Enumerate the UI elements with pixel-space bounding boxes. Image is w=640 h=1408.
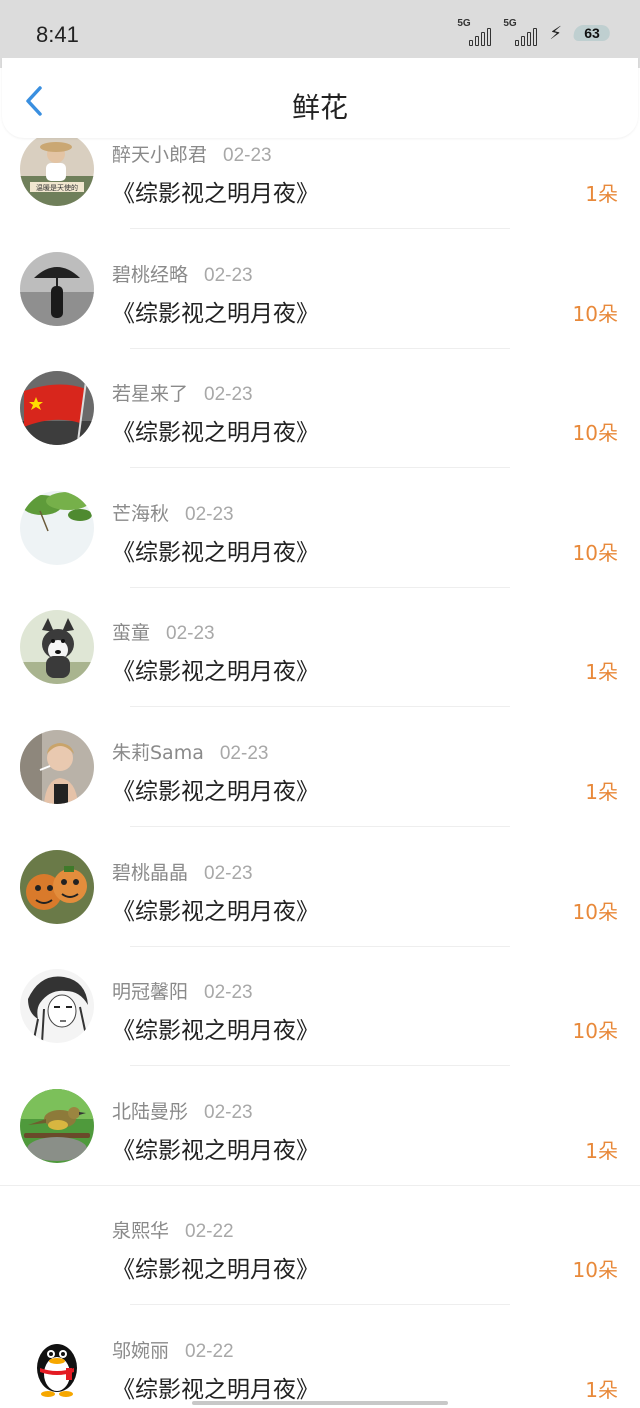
gift-date: 02-23 bbox=[204, 264, 253, 286]
gift-meta: 明冠馨阳 02-23 bbox=[112, 977, 253, 1004]
avatar[interactable] bbox=[20, 490, 94, 565]
signal-icon: 5G bbox=[457, 18, 493, 48]
header: 鲜花 bbox=[2, 58, 638, 138]
home-indicator[interactable] bbox=[192, 1401, 448, 1405]
book-title[interactable]: 《综影视之明月夜》 bbox=[112, 294, 319, 328]
username[interactable]: 芒海秋 bbox=[112, 503, 169, 525]
flower-quantity: 1朵 bbox=[585, 1377, 618, 1402]
avatar[interactable] bbox=[20, 1088, 94, 1163]
gift-row[interactable]: 北陆曼彤 02-23 《综影视之明月夜》 1朵 bbox=[0, 1049, 640, 1186]
avatar[interactable] bbox=[20, 610, 94, 685]
gift-row[interactable]: 邬婉丽 02-22 《综影视之明月夜》 1朵 bbox=[0, 1288, 640, 1408]
gift-row[interactable]: 若星来了 02-23 《综影视之明月夜》 10朵 bbox=[0, 331, 640, 469]
book-title[interactable]: 《综影视之明月夜》 bbox=[112, 772, 319, 806]
flower-quantity: 10朵 bbox=[572, 301, 618, 326]
gift-date: 02-23 bbox=[204, 384, 253, 406]
avatar[interactable] bbox=[20, 251, 94, 326]
gift-meta: 芒海秋 02-23 bbox=[112, 499, 234, 526]
gift-date: 02-23 bbox=[185, 503, 234, 525]
gift-date: 02-22 bbox=[185, 1221, 234, 1243]
username[interactable]: 朱莉Sama bbox=[112, 742, 204, 764]
avatar[interactable] bbox=[20, 371, 94, 446]
gift-row[interactable]: 明冠馨阳 02-23 《综影视之明月夜》 10朵 bbox=[0, 929, 640, 1067]
gift-row[interactable]: 蛮童 02-23 《综影视之明月夜》 1朵 bbox=[0, 570, 640, 708]
gift-row[interactable]: 朱莉Sama 02-23 《综影视之明月夜》 1朵 bbox=[0, 690, 640, 827]
username[interactable]: 明冠馨阳 bbox=[112, 981, 188, 1003]
book-title[interactable]: 《综影视之明月夜》 bbox=[112, 413, 319, 447]
gift-row[interactable]: 碧桃经略 02-23 《综影视之明月夜》 10朵 bbox=[0, 212, 640, 349]
gift-row[interactable]: 碧桃晶晶 02-23 《综影视之明月夜》 10朵 bbox=[0, 810, 640, 947]
book-title[interactable]: 《综影视之明月夜》 bbox=[112, 1250, 319, 1284]
avatar[interactable]: 温暖是天使的 bbox=[20, 132, 94, 206]
username[interactable]: 北陆曼彤 bbox=[112, 1101, 188, 1123]
avatar[interactable] bbox=[20, 729, 94, 804]
username[interactable]: 若星来了 bbox=[112, 383, 188, 405]
flower-quantity: 1朵 bbox=[585, 182, 618, 206]
gift-list: 温暖是天使的 醉天小郎君 02-23 《综影视之明月夜》 1朵 碧桃经略 02-23 《综影视… bbox=[0, 92, 640, 1408]
flower-quantity: 10朵 bbox=[572, 1019, 618, 1044]
avatar[interactable] bbox=[20, 849, 94, 924]
avatar[interactable] bbox=[20, 969, 94, 1044]
flower-quantity: 10朵 bbox=[572, 899, 618, 924]
gift-meta: 蛮童 02-23 bbox=[112, 618, 215, 645]
battery-icon: 63 bbox=[572, 21, 612, 45]
username[interactable]: 邬婉丽 bbox=[112, 1340, 169, 1362]
avatar[interactable] bbox=[20, 1327, 94, 1402]
flower-quantity: 10朵 bbox=[572, 1258, 618, 1283]
gift-date: 02-23 bbox=[204, 862, 253, 884]
gift-date: 02-23 bbox=[223, 145, 272, 166]
gift-meta: 北陆曼彤 02-23 bbox=[112, 1097, 253, 1124]
gift-meta: 碧桃晶晶 02-23 bbox=[112, 858, 253, 885]
book-title[interactable]: 《综影视之明月夜》 bbox=[112, 1131, 319, 1165]
gift-meta: 泉熙华 02-22 bbox=[112, 1216, 234, 1243]
username[interactable]: 碧桃晶晶 bbox=[112, 862, 188, 884]
status-icons: 5G 5G ⚡ 63 bbox=[457, 18, 612, 48]
flower-quantity: 1朵 bbox=[585, 660, 618, 685]
flower-quantity: 1朵 bbox=[585, 779, 618, 804]
signal-icon: 5G bbox=[503, 18, 539, 48]
book-title[interactable]: 《综影视之明月夜》 bbox=[112, 892, 319, 926]
username[interactable]: 泉熙华 bbox=[112, 1220, 169, 1242]
battery-level: 63 bbox=[584, 25, 600, 41]
book-title[interactable]: 《综影视之明月夜》 bbox=[112, 533, 319, 567]
gift-meta: 邬婉丽 02-22 bbox=[112, 1336, 234, 1363]
username[interactable]: 碧桃经略 bbox=[112, 264, 188, 286]
page-title: 鲜花 bbox=[291, 91, 348, 124]
gift-date: 02-23 bbox=[219, 742, 269, 764]
username[interactable]: 蛮童 bbox=[112, 622, 150, 644]
book-title[interactable]: 《综影视之明月夜》 bbox=[112, 174, 319, 208]
svg-text:温暖是天使的: 温暖是天使的 bbox=[36, 183, 78, 192]
book-title[interactable]: 《综影视之明月夜》 bbox=[112, 1011, 319, 1045]
gift-meta: 醉天小郎君 02-23 bbox=[112, 140, 272, 167]
username[interactable]: 醉天小郎君 bbox=[112, 144, 207, 166]
gift-row[interactable]: 泉熙华 02-22 《综影视之明月夜》 10朵 bbox=[0, 1168, 640, 1306]
flower-quantity: 10朵 bbox=[572, 540, 618, 565]
status-time: 8:41 bbox=[36, 22, 79, 47]
gift-date: 02-23 bbox=[204, 1101, 253, 1123]
gift-row[interactable]: 芒海秋 02-23 《综影视之明月夜》 10朵 bbox=[0, 451, 640, 588]
gift-date: 02-22 bbox=[185, 1340, 234, 1362]
gift-date: 02-23 bbox=[204, 982, 253, 1004]
book-title[interactable]: 《综影视之明月夜》 bbox=[112, 1370, 319, 1404]
gift-meta: 若星来了 02-23 bbox=[112, 379, 253, 406]
flower-quantity: 1朵 bbox=[585, 1138, 618, 1163]
gift-meta: 碧桃经略 02-23 bbox=[112, 260, 253, 287]
book-title[interactable]: 《综影视之明月夜》 bbox=[112, 652, 319, 686]
flower-quantity: 10朵 bbox=[572, 421, 618, 446]
charging-icon: ⚡ bbox=[549, 22, 562, 44]
gift-date: 02-23 bbox=[166, 623, 215, 645]
gift-meta: 朱莉Sama 02-23 bbox=[112, 738, 268, 765]
